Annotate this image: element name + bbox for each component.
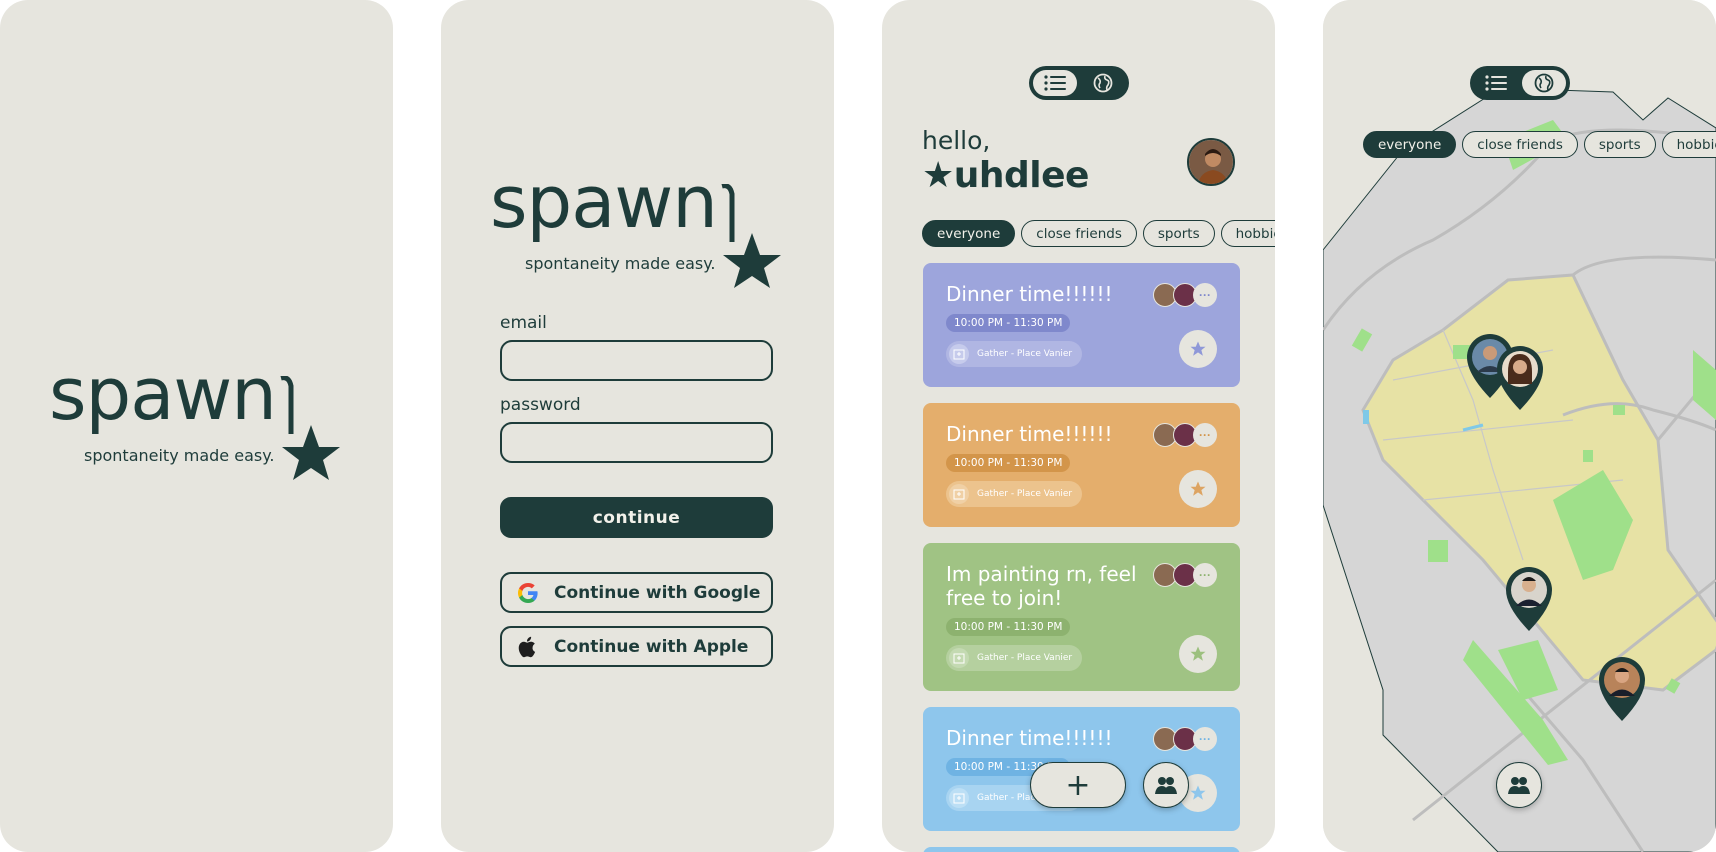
attendee-avatars[interactable]: ··· [1153, 423, 1217, 447]
event-card[interactable]: Dinner time!!!!!! 10:00 PM - 11:30 PM Ga… [923, 403, 1240, 527]
apple-icon [516, 635, 540, 659]
greeting-text: hello, [922, 126, 991, 155]
map-canvas[interactable] [1323, 0, 1716, 852]
logo-wordmark: spawn [49, 352, 277, 436]
password-label: password [500, 395, 581, 415]
logo-wordmark: spawn [490, 160, 718, 244]
feed-screen: hello, ★uhdlee everyone close friends sp… [882, 0, 1275, 852]
star-icon [1190, 481, 1206, 496]
globe-icon [1093, 73, 1113, 93]
star-icon [1190, 341, 1206, 356]
event-location-label: Gather - Place Vanier [977, 653, 1073, 663]
email-field[interactable] [500, 340, 773, 381]
google-signin-label: Continue with Google [554, 582, 761, 603]
event-title: Dinner time!!!!!! [946, 422, 1113, 446]
location-icon [949, 344, 969, 364]
more-attendees-icon: ··· [1193, 727, 1217, 751]
event-title: Dinner time!!!!!! [946, 726, 1113, 750]
more-attendees-icon: ··· [1193, 563, 1217, 587]
profile-avatar[interactable] [1187, 138, 1235, 186]
filter-chip-close-friends[interactable]: close friends [1021, 220, 1137, 247]
event-time: 10:00 PM - 11:30 PM [946, 314, 1071, 332]
apple-signin-button[interactable]: Continue with Apple [500, 626, 773, 667]
attendee-avatars[interactable]: ··· [1153, 563, 1217, 587]
location-icon [949, 788, 969, 808]
friends-button[interactable] [1143, 762, 1189, 808]
more-attendees-icon: ··· [1193, 283, 1217, 307]
list-view-tab[interactable] [1033, 70, 1077, 96]
filter-chip-hobbies[interactable]: hobbies [1661, 131, 1716, 158]
location-icon [949, 648, 969, 668]
star-icon [1190, 646, 1206, 661]
filter-chip-close-friends[interactable]: close friends [1462, 131, 1578, 158]
event-location-label: Gather - Place Vanier [977, 489, 1073, 499]
map-screen: everyone close friends sports hobbies [1323, 0, 1716, 852]
event-location[interactable]: Gather - Place Vanier [946, 481, 1083, 507]
event-location[interactable]: Gather - Place Vanier [946, 341, 1083, 367]
view-toggle[interactable] [1470, 66, 1570, 100]
more-attendees-icon: ··· [1193, 423, 1217, 447]
password-field[interactable] [500, 422, 773, 463]
map-view-tab[interactable] [1081, 70, 1125, 96]
add-event-button[interactable]: + [1030, 762, 1126, 808]
logo-star-icon [280, 376, 340, 480]
attendee-avatars[interactable]: ··· [1153, 283, 1217, 307]
event-time: 10:00 PM - 11:30 PM [946, 454, 1071, 472]
splash-screen: spawn spontaneity made easy. [0, 0, 393, 852]
logo-star-icon [721, 184, 781, 288]
star-button[interactable] [1179, 635, 1217, 673]
friend-location-pin[interactable] [1493, 342, 1547, 412]
friend-location-pin[interactable] [1502, 563, 1556, 633]
event-title: Dinner time!!!!!! [946, 282, 1113, 306]
star-button[interactable] [1179, 470, 1217, 508]
people-icon [1508, 777, 1530, 794]
event-title: Im painting rn, feel free to join! [946, 562, 1137, 610]
filter-chip-sports[interactable]: sports [1583, 131, 1656, 158]
filter-chip-sports[interactable]: sports [1142, 220, 1215, 247]
attendee-avatars[interactable]: ··· [1153, 727, 1217, 751]
map-view-tab[interactable] [1522, 70, 1566, 96]
google-signin-button[interactable]: Continue with Google [500, 572, 773, 613]
logo-tagline: spontaneity made easy. [84, 446, 275, 465]
event-location-label: Gather - Place Vanier [977, 349, 1073, 359]
friend-location-pin[interactable] [1595, 653, 1649, 723]
star-button[interactable] [1179, 330, 1217, 368]
event-card[interactable] [923, 847, 1240, 852]
globe-icon [1534, 73, 1554, 93]
logo-tagline: spontaneity made easy. [525, 254, 716, 273]
google-icon [516, 581, 540, 605]
login-logo: spawn spontaneity made easy. [490, 160, 781, 288]
list-icon [1044, 75, 1066, 91]
filter-chips: everyone close friends sports hobbies [1363, 131, 1716, 158]
username-text: ★uhdlee [922, 155, 1089, 196]
location-icon [949, 484, 969, 504]
splash-logo: spawn spontaneity made easy. [49, 352, 340, 480]
view-toggle[interactable] [1029, 66, 1129, 100]
email-label: email [500, 313, 547, 333]
filter-chip-hobbies[interactable]: hobbies [1220, 220, 1275, 247]
filter-chip-everyone[interactable]: everyone [1363, 131, 1457, 158]
event-card[interactable]: Im painting rn, feel free to join! 10:00… [923, 543, 1240, 691]
login-screen: spawn spontaneity made easy. email passw… [441, 0, 834, 852]
filter-chip-everyone[interactable]: everyone [922, 220, 1016, 247]
star-icon [1190, 785, 1206, 800]
people-icon [1155, 777, 1177, 794]
event-time: 10:00 PM - 11:30 PM [946, 618, 1071, 636]
list-icon [1485, 75, 1507, 91]
list-view-tab[interactable] [1474, 70, 1518, 96]
friends-button[interactable] [1496, 762, 1542, 808]
continue-button[interactable]: continue [500, 497, 773, 538]
apple-signin-label: Continue with Apple [554, 636, 749, 657]
filter-chips: everyone close friends sports hobbies [922, 220, 1275, 247]
event-location[interactable]: Gather - Place Vanier [946, 645, 1083, 671]
event-card[interactable]: Dinner time!!!!!! 10:00 PM - 11:30 PM Ga… [923, 263, 1240, 387]
